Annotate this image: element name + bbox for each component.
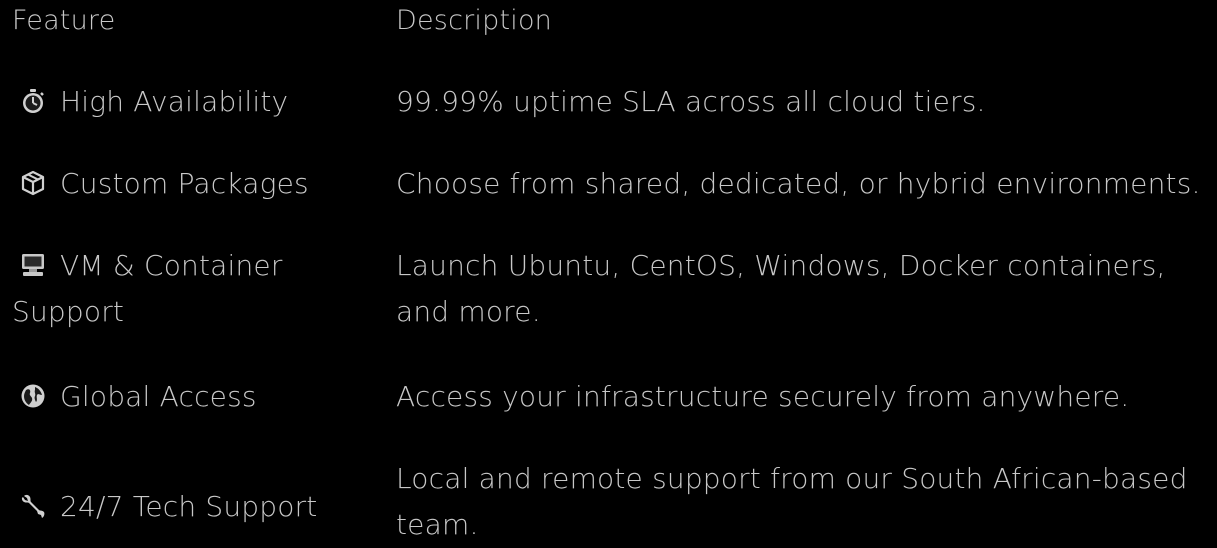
feature-cell: VM & Container Support [12,243,382,335]
header-description: Description [396,5,552,36]
desktop-computer-icon [20,252,46,278]
feature-cell: High Availability [12,79,382,125]
header-feature: Feature [12,5,116,36]
description-cell: Choose from shared, dedicated, or hybrid… [396,167,1201,200]
wrench-icon [20,493,46,519]
description-cell: Access your infrastructure securely from… [396,380,1130,413]
description-cell: Launch Ubuntu, CentOS, Windows, Docker c… [396,249,1166,328]
feature-label: Custom Packages [60,167,309,200]
description-cell: 99.99% uptime SLA across all cloud tiers… [396,85,986,118]
description-cell: Local and remote support from our South … [396,462,1188,541]
feature-cell: Custom Packages [12,161,382,207]
stopwatch-icon [20,88,46,114]
feature-label: VM & Container Support [12,249,283,328]
feature-cell: 24/7 Tech Support [12,484,382,530]
globe-icon [20,383,46,409]
feature-cell: Global Access [12,374,382,420]
feature-table: Feature Description High Availability 99… [0,0,1217,546]
feature-label: 24/7 Tech Support [60,490,318,523]
feature-label: High Availability [60,85,289,118]
feature-label: Global Access [60,380,257,413]
package-icon [20,170,46,196]
